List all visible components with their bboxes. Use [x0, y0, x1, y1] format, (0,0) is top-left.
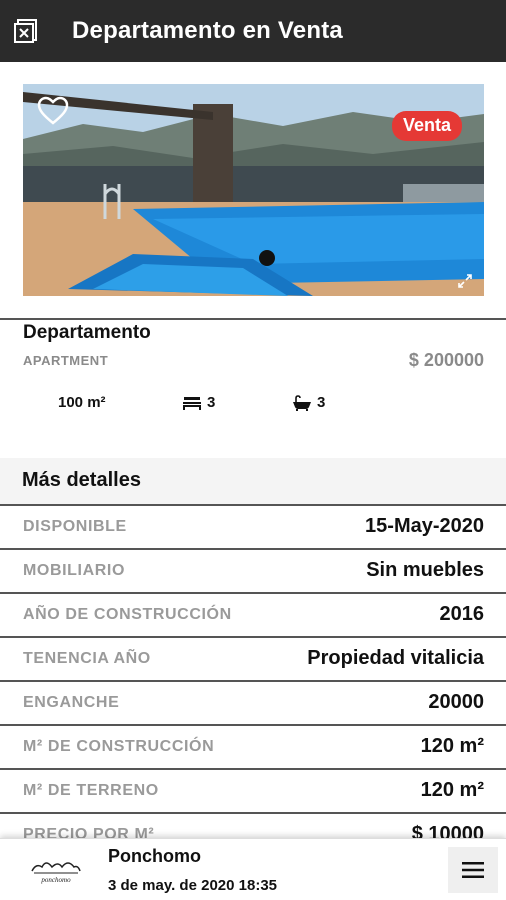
divider	[0, 318, 506, 320]
detail-value: 20000	[428, 691, 484, 713]
detail-row-m2-terreno: M² DE TERRENO 120 m²	[0, 770, 506, 814]
detail-label: MOBILIARIO	[23, 562, 125, 579]
property-category: APARTMENT	[23, 353, 109, 368]
detail-label: DISPONIBLE	[23, 518, 127, 535]
expand-icon[interactable]	[458, 274, 472, 288]
property-photo[interactable]: Venta	[23, 84, 484, 296]
agent-logo[interactable]: ponchomo	[28, 857, 84, 885]
detail-value: 15-May-2020	[365, 515, 484, 537]
agent-bar: ponchomo Ponchomo 3 de may. de 2020 18:3…	[0, 838, 506, 900]
top-app-bar: Departamento en Venta	[0, 0, 506, 62]
detail-label: AÑO DE CONSTRUCCIÓN	[23, 606, 232, 623]
property-type: Departamento	[23, 322, 151, 343]
bathrooms-value: 3	[317, 394, 326, 411]
detail-value: 2016	[439, 603, 485, 625]
heart-icon	[37, 96, 69, 125]
details-section-header: Más detalles	[0, 458, 506, 506]
property-price: $ 200000	[408, 350, 484, 370]
close-button[interactable]	[0, 0, 52, 62]
feature-bedrooms: 3	[182, 394, 215, 411]
feature-area: 100 m²	[58, 394, 106, 411]
listing-date: 3 de may. de 2020 18:35	[108, 877, 277, 894]
detail-row-tenencia: TENENCIA AÑO Propiedad vitalicia	[0, 638, 506, 682]
detail-label: TENENCIA AÑO	[23, 650, 151, 667]
close-box-icon	[14, 19, 37, 43]
detail-label: ENGANCHE	[23, 694, 120, 711]
detail-value: 120 m²	[420, 735, 484, 757]
hamburger-menu-icon	[462, 862, 484, 878]
sale-badge: Venta	[391, 111, 462, 141]
bathtub-icon	[293, 394, 311, 411]
detail-label: M² DE TERRENO	[23, 782, 159, 799]
feature-bathrooms: 3	[292, 394, 325, 411]
detail-value: Sin muebles	[366, 559, 484, 581]
area-value: 100 m²	[58, 394, 106, 411]
carousel-indicator[interactable]	[259, 250, 275, 266]
detail-value: Propiedad vitalicia	[307, 647, 484, 669]
details-title: Más detalles	[22, 469, 141, 491]
detail-row-construccion: AÑO DE CONSTRUCCIÓN 2016	[0, 594, 506, 638]
detail-value: 120 m²	[420, 779, 484, 801]
detail-label: M² DE CONSTRUCCIÓN	[23, 738, 215, 755]
bedrooms-value: 3	[207, 394, 216, 411]
detail-row-m2-construccion: M² DE CONSTRUCCIÓN 120 m²	[0, 726, 506, 770]
bed-icon	[183, 396, 201, 410]
favorite-button[interactable]	[37, 96, 69, 126]
detail-row-enganche: ENGANCHE 20000	[0, 682, 506, 726]
menu-button[interactable]	[448, 847, 498, 893]
agent-logo-text: ponchomo	[40, 876, 71, 884]
details-list: DISPONIBLE 15-May-2020 MOBILIARIO Sin mu…	[0, 506, 506, 858]
detail-row-disponible: DISPONIBLE 15-May-2020	[0, 506, 506, 550]
agent-name: Ponchomo	[108, 846, 201, 866]
page-title: Departamento en Venta	[72, 17, 343, 44]
detail-row-mobiliario: MOBILIARIO Sin muebles	[0, 550, 506, 594]
